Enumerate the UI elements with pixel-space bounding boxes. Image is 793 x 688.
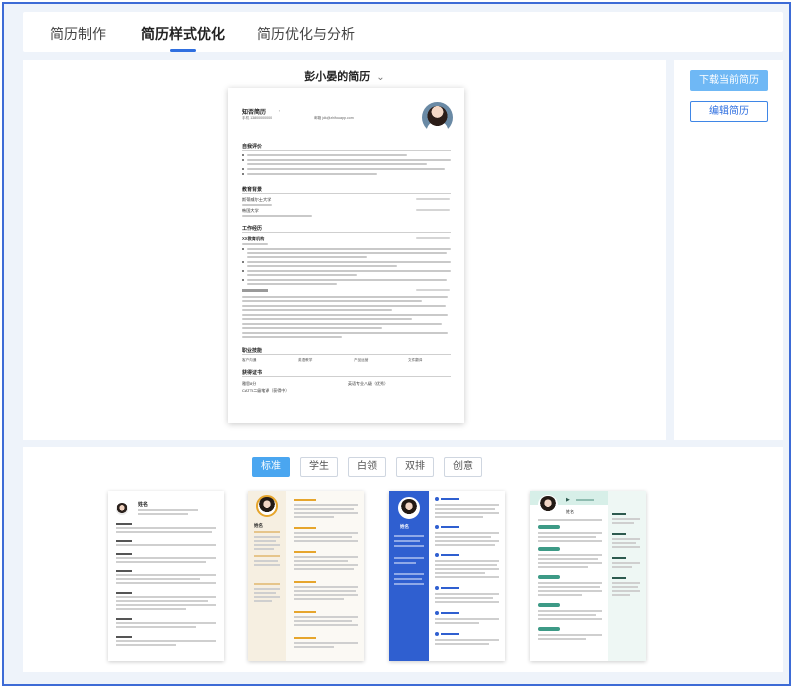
avatar	[116, 503, 128, 515]
action-panel: 下载当前简历 编辑简历	[674, 60, 783, 440]
divider	[242, 376, 451, 377]
avatar	[398, 497, 420, 519]
avatar	[256, 495, 278, 517]
avatar	[422, 102, 453, 133]
template-gold-sidebar[interactable]: 姓名	[248, 491, 364, 661]
section-education: 教育背景	[242, 187, 263, 193]
phone-value: 13800000000	[250, 116, 273, 120]
filter-student[interactable]: 学生	[300, 457, 338, 477]
filter-white-collar[interactable]: 白领	[348, 457, 386, 477]
avatar	[538, 495, 558, 515]
cert-item: CATTI二级笔译（获得中）	[242, 388, 290, 393]
education-school-1: 斯蒂威尔士大学	[242, 197, 272, 202]
template-name: 姓名	[400, 524, 409, 529]
template-blue-sidebar[interactable]: 姓名	[389, 491, 505, 661]
section-certs: 获得证书	[242, 370, 263, 376]
section-evaluation: 自我评价	[242, 144, 263, 150]
app-window: 简历制作 简历样式优化 简历优化与分析 彭小晏的简历 ⌄ 知否简历 ♀ 手机 13…	[2, 2, 791, 686]
play-icon: ▶	[566, 497, 570, 503]
filter-standard[interactable]: 标准	[252, 457, 290, 477]
tab-resume-making[interactable]: 简历制作	[50, 24, 106, 44]
cert-item: 雅思8分	[242, 381, 257, 386]
work-company: XX教育机构	[242, 236, 265, 241]
divider	[242, 232, 451, 233]
filter-creative[interactable]: 创意	[444, 457, 482, 477]
chevron-down-icon[interactable]: ⌄	[376, 72, 384, 83]
skill-tag: 英语教学	[298, 358, 313, 362]
tab-style-optimize[interactable]: 简历样式优化	[141, 24, 225, 44]
top-tab-bar: 简历制作 简历样式优化 简历优化与分析	[23, 12, 783, 52]
resume-page: 知否简历 ♀ 手机 13800000000 邮箱 jdk@zhifouapp.c…	[228, 88, 464, 423]
divider	[242, 354, 451, 355]
download-resume-button[interactable]: 下载当前简历	[690, 70, 768, 91]
resume-selector[interactable]: 彭小晏的简历 ⌄	[23, 68, 666, 84]
skill-tag: 文件翻译	[408, 358, 423, 362]
resume-title: 彭小晏的简历	[304, 71, 371, 83]
email-label: 邮箱	[314, 116, 322, 120]
resume-preview-panel: 彭小晏的简历 ⌄ 知否简历 ♀ 手机 13800000000 邮箱 jdk@zhi…	[23, 60, 666, 440]
education-school-2: 韩国大学	[242, 208, 259, 213]
template-name: 姓名	[566, 509, 574, 514]
template-standard[interactable]: 姓名	[108, 491, 224, 661]
template-teal-header[interactable]: ▶ 姓名	[530, 491, 646, 661]
divider	[242, 193, 451, 194]
resume-name: 知否简历	[242, 110, 267, 116]
skill-tag: 产品运营	[354, 358, 369, 362]
cert-item: 英语专业八级（优秀）	[348, 381, 388, 386]
section-work: 工作经历	[242, 226, 263, 232]
section-skills: 职业技能	[242, 348, 263, 354]
filter-two-column[interactable]: 双排	[396, 457, 434, 477]
email-value: jdk@zhifouapp.com	[322, 116, 354, 120]
active-tab-indicator	[170, 49, 196, 52]
edit-resume-button[interactable]: 编辑简历	[690, 101, 768, 122]
template-gallery: 标准 学生 白领 双排 创意 姓名 姓名 姓名 ▶ 姓名	[23, 447, 783, 672]
gender-mark: ♀	[278, 109, 281, 113]
template-name: 姓名	[254, 523, 263, 528]
template-name: 姓名	[138, 502, 149, 508]
tab-optimize-analysis[interactable]: 简历优化与分析	[257, 24, 355, 44]
phone-label: 手机	[242, 116, 250, 120]
divider	[242, 150, 451, 151]
skill-tag: 客户沟通	[242, 358, 257, 362]
